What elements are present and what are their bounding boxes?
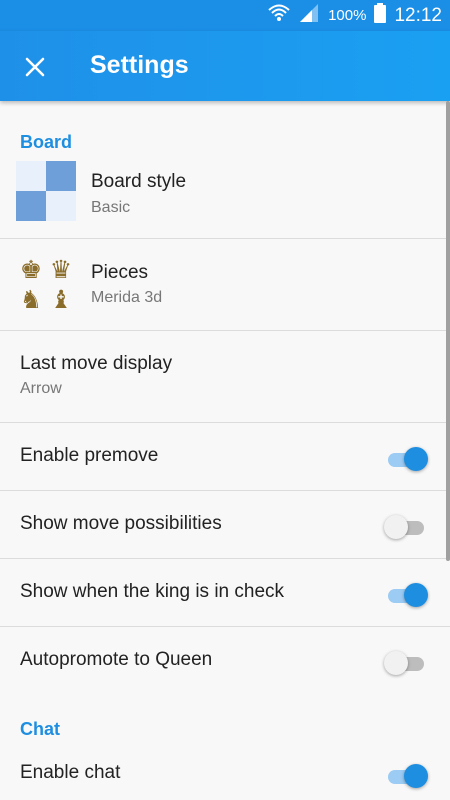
setting-enable-chat[interactable]: Enable chat <box>0 752 450 800</box>
setting-title: Show when the king is in check <box>20 581 285 602</box>
board-preview-icon <box>16 161 76 221</box>
setting-value: Arrow <box>20 380 62 397</box>
setting-title: Enable premove <box>20 445 159 466</box>
section-header-chat: Chat <box>0 694 450 752</box>
board-square-light <box>16 161 46 191</box>
status-icons: 100% 12:12 <box>268 0 442 31</box>
setting-title: Enable chat <box>20 762 121 783</box>
setting-title: Board style <box>91 171 187 192</box>
settings-list: Board Board style Basic ♚ ♛ ♞ ♝ Pieces M… <box>0 101 450 800</box>
battery-icon <box>374 3 387 28</box>
page-title: Settings <box>90 51 189 79</box>
wifi-icon <box>268 3 290 28</box>
queen-piece-icon: ♛ <box>49 256 73 284</box>
section-header-label: Chat <box>20 719 60 739</box>
setting-last-move-display[interactable]: Last move display Arrow <box>0 331 450 423</box>
setting-value: Basic <box>91 199 131 216</box>
setting-title: Last move display <box>20 353 173 374</box>
king-piece-icon: ♚ <box>19 256 43 284</box>
bishop-piece-icon: ♝ <box>49 286 73 314</box>
toggle-knob <box>404 764 428 788</box>
setting-title: Show move possibilities <box>20 513 222 534</box>
app-bar: Settings <box>0 31 450 101</box>
close-button[interactable] <box>20 52 50 82</box>
scrollbar[interactable] <box>446 101 450 561</box>
board-square-dark <box>16 191 46 221</box>
setting-board-style[interactable]: Board style Basic <box>0 161 450 239</box>
toggle-knob <box>404 583 428 607</box>
setting-enable-premove[interactable]: Enable premove <box>0 423 450 491</box>
move-possibilities-toggle[interactable] <box>384 515 428 539</box>
knight-piece-icon: ♞ <box>19 286 43 314</box>
setting-title: Pieces <box>91 262 149 283</box>
setting-show-king-check[interactable]: Show when the king is in check <box>0 559 450 627</box>
section-header-label: Board <box>20 132 73 152</box>
enable-chat-toggle[interactable] <box>384 764 428 788</box>
setting-value: Merida 3d <box>91 289 163 306</box>
setting-autopromote-queen[interactable]: Autopromote to Queen <box>0 627 450 694</box>
setting-title: Autopromote to Queen <box>20 649 213 670</box>
close-icon <box>25 57 45 77</box>
king-check-toggle[interactable] <box>384 583 428 607</box>
toggle-knob <box>384 515 408 539</box>
section-header-board: Board <box>0 101 450 165</box>
board-square-light <box>46 191 76 221</box>
battery-percent: 100% <box>328 7 367 24</box>
status-bar: 100% 12:12 <box>0 0 450 31</box>
setting-pieces[interactable]: ♚ ♛ ♞ ♝ Pieces Merida 3d <box>0 239 450 331</box>
signal-icon <box>298 3 320 28</box>
status-time: 12:12 <box>394 4 442 26</box>
board-square-dark <box>46 161 76 191</box>
setting-show-move-possibilities[interactable]: Show move possibilities <box>0 491 450 559</box>
toggle-knob <box>384 651 408 675</box>
autopromote-toggle[interactable] <box>384 651 428 675</box>
pieces-preview-icon: ♚ ♛ ♞ ♝ <box>16 255 76 315</box>
toggle-knob <box>404 447 428 471</box>
premove-toggle[interactable] <box>384 447 428 471</box>
